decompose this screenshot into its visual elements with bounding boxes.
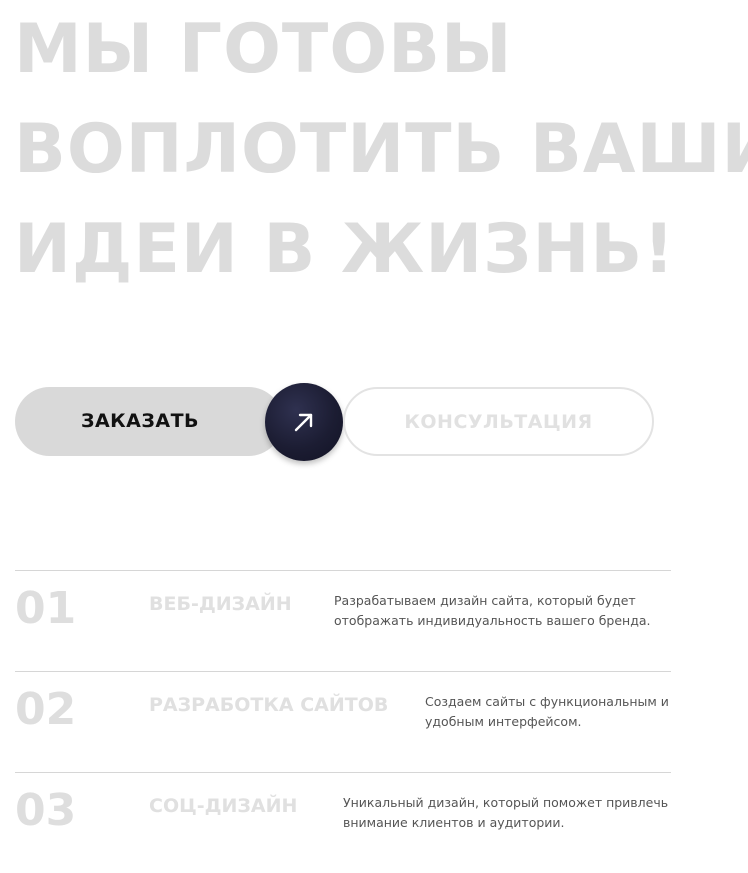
service-title: СОЦ-ДИЗАЙН <box>149 795 298 817</box>
service-title: ВЕБ-ДИЗАЙН <box>149 593 292 615</box>
order-button[interactable]: ЗАКАЗАТЬ <box>15 387 283 456</box>
arrow-up-right-icon <box>294 413 313 432</box>
hero-title-line-3: ИДЕИ В ЖИЗНЬ! <box>14 210 676 289</box>
arrow-button[interactable] <box>265 383 343 461</box>
service-row[interactable]: 02 РАЗРАБОТКА САЙТОВ Создаем сайты с фун… <box>15 671 671 772</box>
services-list: 01 ВЕБ-ДИЗАЙН Разрабатываем дизайн сайта… <box>15 570 671 873</box>
service-description: Уникальный дизайн, который поможет привл… <box>343 795 669 830</box>
order-button-label: ЗАКАЗАТЬ <box>80 410 200 432</box>
service-number: 01 <box>15 583 77 634</box>
hero-title: МЫ ГОТОВЫ ВОПЛОТИТЬ ВАШИ ИДЕИ В ЖИЗНЬ! <box>14 0 748 300</box>
hero-title-line-2: ВОПЛОТИТЬ ВАШИ <box>14 110 748 189</box>
service-row[interactable]: 01 ВЕБ-ДИЗАЙН Разрабатываем дизайн сайта… <box>15 570 671 671</box>
service-number: 03 <box>15 785 77 836</box>
service-title: РАЗРАБОТКА САЙТОВ <box>149 694 389 716</box>
consultation-button-label: КОНСУЛЬТАЦИЯ <box>404 410 593 433</box>
service-description: Разрабатываем дизайн сайта, который буде… <box>334 593 651 628</box>
service-row[interactable]: 03 СОЦ-ДИЗАЙН Уникальный дизайн, который… <box>15 772 671 873</box>
service-description: Создаем сайты с функциональным и удобным… <box>425 694 669 729</box>
hero-title-line-1: МЫ ГОТОВЫ <box>14 10 513 89</box>
consultation-button[interactable]: КОНСУЛЬТАЦИЯ <box>343 387 654 456</box>
service-number: 02 <box>15 684 77 735</box>
